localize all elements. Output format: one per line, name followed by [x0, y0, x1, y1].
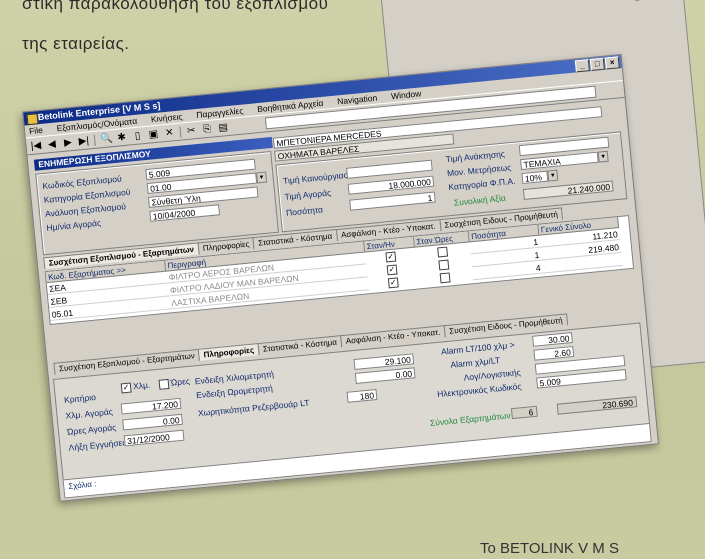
km-purchase-label: Χλμ. Αγοράς: [65, 406, 114, 421]
maximize-icon[interactable]: □: [589, 57, 605, 71]
checkbox-std-hours[interactable]: [439, 272, 451, 284]
app-icon: [26, 113, 39, 126]
toolbar-separator: [179, 126, 182, 138]
last-record-icon[interactable]: ▶|: [78, 135, 90, 147]
toolbar-separator: [93, 134, 96, 146]
grid-header-std-hours[interactable]: Σταν.Ώρες: [413, 231, 470, 248]
app-window: Betolink Enterprise [V M S s] _ □ × File…: [22, 53, 660, 502]
category-dropdown-icon[interactable]: ▼: [256, 171, 268, 184]
checkbox-std-km[interactable]: ✓: [385, 251, 397, 263]
prev-record-icon[interactable]: ◀: [46, 138, 58, 150]
hour-indication-field[interactable]: 0.00: [354, 367, 416, 384]
paste-icon[interactable]: ▤: [217, 121, 229, 134]
checkbox-std-hours[interactable]: [437, 246, 449, 258]
km-label: Χλμ.: [132, 379, 151, 392]
checkbox-std-hours[interactable]: [438, 259, 450, 271]
save-icon[interactable]: ▣: [147, 128, 159, 140]
account-label: Λογ/Λογιστικής: [463, 367, 522, 383]
hours-purchase-field[interactable]: 0.00: [122, 413, 183, 431]
delete-icon[interactable]: ✕: [163, 127, 175, 139]
hour-indication-label: Ενδειξη Ωρομετρητή: [195, 382, 274, 401]
search-icon[interactable]: 🔍: [100, 133, 113, 145]
grid-header-std-km[interactable]: Σταν/Ην: [364, 236, 416, 253]
caption-line-2: της εταιρείας.: [22, 34, 130, 53]
vat-dropdown-icon[interactable]: ▼: [547, 169, 559, 182]
next-record-icon[interactable]: ▶: [62, 136, 74, 149]
document-icon[interactable]: ▯: [132, 130, 144, 142]
checkbox-std-km[interactable]: ✓: [386, 264, 398, 276]
hours-label: Ώρες: [170, 375, 191, 388]
first-record-icon[interactable]: |◀: [30, 140, 42, 152]
close-icon[interactable]: ×: [604, 56, 620, 70]
copy-icon[interactable]: ⎘: [201, 123, 213, 135]
tank-field[interactable]: 180: [346, 389, 378, 403]
footer-caption: Το BETOLINK V M S: [480, 540, 619, 557]
minimize-icon[interactable]: _: [634, 0, 650, 1]
tab-info[interactable]: Πληροφορίες: [198, 343, 260, 361]
cut-icon[interactable]: ✂: [185, 125, 197, 137]
criterion-label: Κριτήριο: [63, 391, 97, 405]
menu-file[interactable]: File: [29, 125, 44, 136]
parts-totals-value: 230.690: [556, 396, 638, 415]
parts-totals-count: 6: [510, 405, 538, 420]
alarm2-label: Alarm χλμ/LT: [449, 355, 501, 370]
new-icon[interactable]: ✱: [116, 131, 128, 143]
unit-dropdown-icon[interactable]: ▼: [597, 150, 609, 163]
km-checkbox[interactable]: ✓: [120, 382, 132, 394]
expiry-field[interactable]: 31/12/2000: [123, 429, 185, 447]
hours-checkbox[interactable]: [158, 378, 170, 390]
hours-purchase-label: Ώρες Αγοράς: [66, 422, 117, 437]
comments-label: Σχόλια :: [67, 479, 97, 491]
ecode-label: Ηλεκτρονικός Κωδικός: [436, 381, 522, 400]
checkbox-std-km[interactable]: ✓: [387, 277, 399, 289]
km-purchase-field[interactable]: 17.200: [120, 397, 182, 415]
caption-line-1: στική παρακολούθηση του εξοπλισμού: [22, 0, 329, 13]
background-window-buttons: _ □ ×: [634, 0, 679, 1]
alarm1-label: Alarm LT/100 χλμ >: [440, 339, 515, 357]
alarm2-field[interactable]: 2.60: [533, 345, 575, 361]
alarm1-field[interactable]: 30.00: [532, 332, 573, 347]
parts-totals-label[interactable]: Σύνολα Εξαρτημάτων: [429, 410, 511, 428]
tank-label: Χωρητικότητα Ρεζερβουάρ LT: [197, 397, 310, 419]
minimize-icon[interactable]: _: [574, 59, 590, 73]
